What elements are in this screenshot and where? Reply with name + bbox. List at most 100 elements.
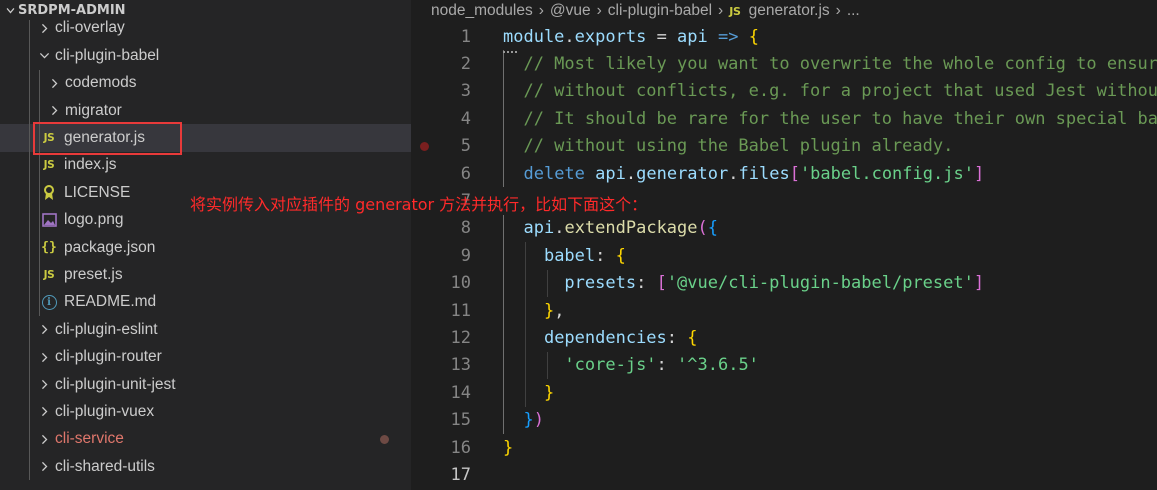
folder-tree-item[interactable]: cli-plugin-eslint [0,316,411,344]
folder-tree-item[interactable]: cli-plugin-router [0,343,411,371]
chevron-right-icon [36,431,52,447]
file-tree-item[interactable]: JS index.js [0,151,411,180]
indent-guide [29,206,30,234]
chevron-down-icon [36,48,52,64]
tree-item-label: index.js [64,156,117,174]
tree-item-label: codemods [65,74,137,92]
folder-tree-item[interactable]: cli-plugin-vuex [0,398,411,426]
code-line[interactable]: 8 api.extendPackage({ [411,214,1157,243]
code-line[interactable]: 15 }) [411,406,1157,434]
indent-guide [29,124,30,152]
indent-guide [39,124,40,152]
indent-guide [29,261,30,289]
code-text: } [543,382,555,403]
folder-tree-item[interactable]: cli-service [0,425,411,454]
indent-guide [29,288,30,317]
breadcrumb-file[interactable]: generator.js [749,2,830,20]
code-line[interactable]: 17 [411,461,1157,488]
tree-item-label: README.md [64,293,157,311]
js-file-icon: JS [43,132,55,145]
js-file-icon: JS [43,159,55,172]
code-text: delete api.generator.files['babel.config… [523,163,985,184]
code-text: presets: ['@vue/cli-plugin-babel/preset'… [564,273,985,294]
chevron-right-icon [36,349,52,365]
tree-item-label: logo.png [64,211,124,229]
chevron-right-icon: › [596,2,602,19]
file-tree-item[interactable]: JS preset.js [0,261,411,289]
code-line[interactable]: 11 }, [411,297,1157,325]
line-number: 2 [460,54,471,75]
line-number: 10 [450,273,471,294]
tree-item-label: cli-service [55,430,124,448]
indent-guide [39,206,40,234]
breadcrumb-segment[interactable]: cli-plugin-babel [608,2,712,20]
code-line[interactable]: 13 'core-js': '^3.6.5' [411,351,1157,380]
line-number: 11 [450,300,471,321]
explorer-sidebar: cli-overlay cli-plugin-babel codemods migra… [0,0,411,490]
code-line[interactable]: 1 module.exports = api => { [411,23,1157,50]
json-file-icon: {} [41,240,57,256]
code-line[interactable]: 12 dependencies: { [411,324,1157,352]
folder-tree-item[interactable]: migrator [0,96,411,125]
line-number: 15 [450,410,471,431]
chevron-right-icon: › [538,2,544,19]
chevron-right-icon [36,377,52,393]
line-number: 8 [460,218,471,239]
code-line[interactable]: 3 // without conflicts, e.g. for a proje… [411,77,1157,106]
indent-guide [39,151,40,180]
indent-guide [39,179,40,207]
indent-guide [29,96,30,125]
line-number: 6 [460,163,471,184]
chevron-right-icon [46,75,62,91]
line-number: 16 [450,437,471,458]
code-line[interactable]: 10 presets: ['@vue/cli-plugin-babel/pres… [411,269,1157,297]
code-line[interactable]: 5 // without using the Babel plugin alre… [411,132,1157,160]
file-tree-item[interactable]: JS generator.js [0,124,411,152]
explorer-root-header[interactable]: SRDPM-ADMIN [0,0,411,20]
code-line[interactable]: 14 } [411,379,1157,407]
indent-guide [29,453,30,481]
js-file-icon: JS [43,269,55,281]
tree-item-label: generator.js [64,129,145,147]
line-number: 1 [460,26,471,47]
indent-guide [29,425,30,454]
code-line[interactable]: 2 // Most likely you want to overwrite t… [411,50,1157,78]
tree-item-label: package.json [64,238,156,256]
code-line[interactable]: 16} [411,434,1157,461]
file-tree-item[interactable]: i README.md [0,288,411,317]
indent-guide [29,69,30,97]
code-text: } [503,437,514,458]
folder-tree-item[interactable]: codemods [0,69,411,97]
code-text: }, [543,300,565,321]
line-number: 5 [460,136,471,157]
code-text: module.exports = api => { [503,26,759,47]
tree-item-label: cli-plugin-eslint [55,320,158,338]
chevron-right-icon [46,103,62,119]
code-text: 'core-js': '^3.6.5' [564,355,759,376]
folder-tree-item[interactable]: cli-plugin-unit-jest [0,370,411,399]
folded-ellipsis-icon[interactable] [503,51,517,54]
code-editor[interactable]: node_modules › @vue › cli-plugin-babel ›… [411,0,1157,490]
indent-guide [29,179,30,207]
chevron-right-icon: › [835,2,841,19]
code-text: // without conflicts, e.g. for a project… [523,81,1157,102]
tree-item-label: LICENSE [64,183,131,201]
breadcrumb: node_modules › @vue › cli-plugin-babel ›… [431,0,860,22]
tree-item-label: cli-plugin-router [55,348,162,366]
folder-tree-item[interactable]: cli-shared-utils [0,453,411,481]
modified-dot-icon [380,434,389,444]
code-text: babel: { [543,245,626,266]
breadcrumb-segment[interactable]: node_modules [431,2,533,20]
indent-guide [39,69,40,97]
code-line[interactable]: 6 delete api.generator.files['babel.conf… [411,160,1157,188]
indent-guide [29,42,30,70]
code-line[interactable]: 9 babel: { [411,242,1157,270]
code-line[interactable]: 4 // It should be rare for the user to h… [411,105,1157,133]
folder-tree-item[interactable]: cli-plugin-babel [0,42,411,70]
breadcrumb-segment[interactable]: @vue [550,2,591,20]
tree-item-label: cli-overlay [55,19,125,37]
breadcrumb-more[interactable]: ... [847,2,860,20]
file-tree-item[interactable]: {} package.json [0,233,411,262]
line-number: 17 [450,465,471,486]
tree-item-label: cli-shared-utils [55,457,155,475]
